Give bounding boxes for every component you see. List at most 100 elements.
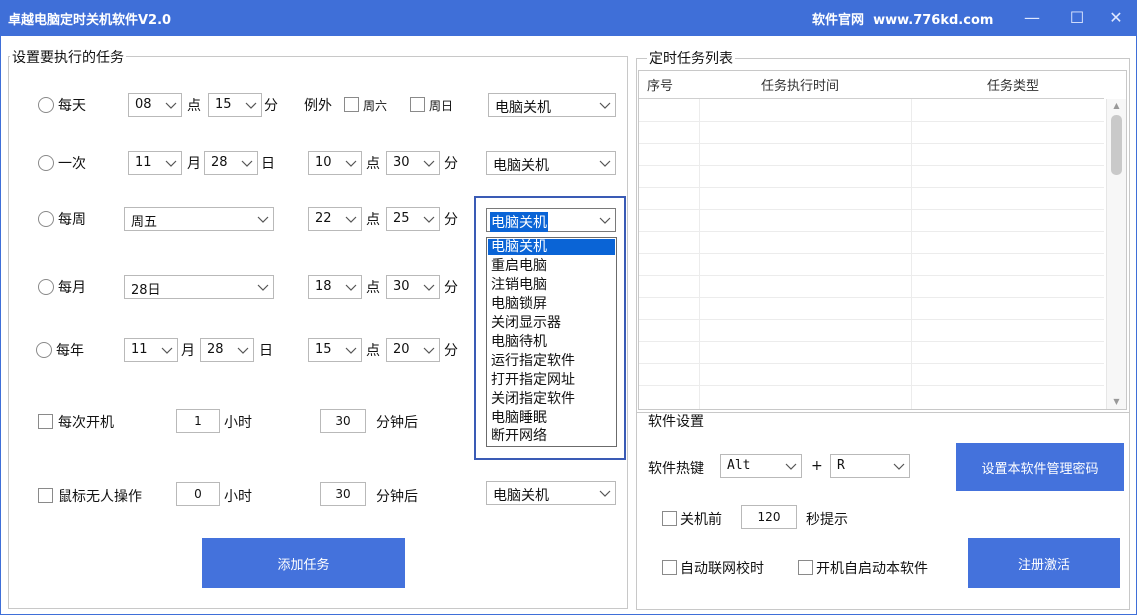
action-dropdown-list: 电脑关机 重启电脑 注销电脑 电脑锁屏 关闭显示器 电脑待机 运行指定软件 打开… <box>486 237 617 447</box>
dropdown-option-restart[interactable]: 重启电脑 <box>488 258 615 274</box>
yearly-hour-unit: 点 <box>366 343 380 359</box>
once-minute-unit: 分 <box>444 156 458 172</box>
each-boot-hours-unit: 小时 <box>224 415 252 431</box>
chevron-down-icon <box>161 342 173 358</box>
row-line <box>639 319 1104 320</box>
row-line <box>639 275 1104 276</box>
maximize-button[interactable]: ☐ <box>1063 4 1091 32</box>
row-line <box>639 121 1104 122</box>
add-task-button[interactable]: 添加任务 <box>202 538 405 588</box>
close-button[interactable]: ✕ <box>1102 4 1130 32</box>
once-month-unit: 月 <box>187 156 201 172</box>
dropdown-option-lock[interactable]: 电脑锁屏 <box>488 296 615 312</box>
dropdown-option-shutdown[interactable]: 电脑关机 <box>488 239 615 255</box>
autostart-checkbox[interactable] <box>798 560 813 575</box>
task-list-scrollbar[interactable]: ▲ ▼ <box>1106 99 1126 409</box>
weekly-hour-select[interactable]: 22 <box>308 207 362 231</box>
daily-hour-select[interactable]: 08 <box>128 93 182 117</box>
before-shutdown-checkbox[interactable] <box>662 511 677 526</box>
scroll-up-icon[interactable]: ▲ <box>1107 99 1126 113</box>
chevron-down-icon <box>599 155 611 171</box>
idle-action-select[interactable]: 电脑关机 <box>486 481 616 505</box>
daily-radio[interactable] <box>38 97 54 113</box>
chevron-down-icon <box>893 458 905 474</box>
sunday-checkbox[interactable] <box>410 97 425 112</box>
once-radio[interactable] <box>38 155 54 171</box>
scroll-down-icon[interactable]: ▼ <box>1107 395 1126 409</box>
row-line <box>639 143 1104 144</box>
row-line <box>639 253 1104 254</box>
column-header-time[interactable]: 任务执行时间 <box>761 75 839 94</box>
idle-hours-input[interactable]: 0 <box>176 482 220 506</box>
dropdown-option-close-program[interactable]: 关闭指定软件 <box>488 391 615 407</box>
yearly-month-select[interactable]: 11 <box>124 338 178 362</box>
column-header-index[interactable]: 序号 <box>647 75 673 94</box>
before-shutdown-seconds-input[interactable]: 120 <box>741 505 797 529</box>
dropdown-option-disconnect-network[interactable]: 断开网络 <box>488 428 615 444</box>
daily-action-select[interactable]: 电脑关机 <box>488 93 616 117</box>
chevron-down-icon <box>785 458 797 474</box>
app-title: 卓越电脑定时关机软件V2.0 <box>8 13 172 28</box>
yearly-label: 每年 <box>56 343 84 359</box>
hotkey-modifier-select[interactable]: Alt <box>720 454 802 478</box>
dropdown-option-run-program[interactable]: 运行指定软件 <box>488 353 615 369</box>
monthly-minute-unit: 分 <box>444 280 458 296</box>
dropdown-option-standby[interactable]: 电脑待机 <box>488 334 615 350</box>
each-boot-checkbox[interactable] <box>38 414 53 429</box>
idle-minutes-input[interactable]: 30 <box>320 482 366 506</box>
weekly-minute-select[interactable]: 25 <box>386 207 440 231</box>
weekly-radio[interactable] <box>38 211 54 227</box>
once-day-select[interactable]: 28 <box>204 151 258 175</box>
once-day-unit: 日 <box>261 156 275 172</box>
idle-hours-unit: 小时 <box>224 489 252 505</box>
dropdown-option-sleep[interactable]: 电脑睡眠 <box>488 410 615 426</box>
dropdown-option-monitor-off[interactable]: 关闭显示器 <box>488 315 615 331</box>
chevron-down-icon <box>423 211 435 227</box>
title-bar: 卓越电脑定时关机软件V2.0 软件官网 www.776kd.com — ☐ ✕ <box>0 0 1137 36</box>
except-label: 例外 <box>304 98 332 114</box>
row-line <box>639 363 1104 364</box>
daily-label: 每天 <box>58 98 86 114</box>
auto-sync-label: 自动联网校时 <box>680 561 764 577</box>
hotkey-key-select[interactable]: R <box>830 454 910 478</box>
column-header-type[interactable]: 任务类型 <box>987 75 1039 94</box>
sunday-label: 周日 <box>429 99 454 113</box>
monthly-day-select[interactable]: 28日 <box>124 275 274 299</box>
once-action-select[interactable]: 电脑关机 <box>486 151 616 175</box>
monthly-radio[interactable] <box>38 279 54 295</box>
daily-minute-unit: 分 <box>264 98 278 114</box>
each-boot-hours-input[interactable]: 1 <box>176 409 220 433</box>
yearly-radio[interactable] <box>36 342 52 358</box>
yearly-minute-select[interactable]: 20 <box>386 338 440 362</box>
auto-sync-checkbox[interactable] <box>662 560 677 575</box>
chevron-down-icon <box>423 279 435 295</box>
row-line <box>639 341 1104 342</box>
once-minute-select[interactable]: 30 <box>386 151 440 175</box>
each-boot-minutes-input[interactable]: 30 <box>320 409 366 433</box>
chevron-down-icon <box>345 279 357 295</box>
chevron-down-icon <box>423 342 435 358</box>
website-link[interactable]: 软件官网 www.776kd.com <box>812 9 993 28</box>
weekly-weekday-select[interactable]: 周五 <box>124 207 274 231</box>
row-line <box>639 231 1104 232</box>
task-list-table[interactable]: 序号 任务执行时间 任务类型 ▲ ▼ <box>638 70 1127 410</box>
chevron-down-icon <box>257 279 269 295</box>
once-hour-select[interactable]: 10 <box>308 151 362 175</box>
yearly-hour-select[interactable]: 15 <box>308 338 362 362</box>
saturday-checkbox[interactable] <box>344 97 359 112</box>
saturday-label: 周六 <box>363 99 388 113</box>
set-password-button[interactable]: 设置本软件管理密码 <box>956 443 1124 491</box>
row-line <box>639 187 1104 188</box>
scrollbar-thumb[interactable] <box>1111 115 1122 175</box>
dropdown-option-logoff[interactable]: 注销电脑 <box>488 277 615 293</box>
monthly-minute-select[interactable]: 30 <box>386 275 440 299</box>
dropdown-option-open-url[interactable]: 打开指定网址 <box>488 372 615 388</box>
minimize-button[interactable]: — <box>1018 4 1046 32</box>
daily-minute-select[interactable]: 15 <box>208 93 262 117</box>
idle-checkbox[interactable] <box>38 488 53 503</box>
header-divider <box>639 98 1104 99</box>
once-month-select[interactable]: 11 <box>128 151 182 175</box>
yearly-day-select[interactable]: 28 <box>200 338 254 362</box>
register-button[interactable]: 注册激活 <box>968 538 1120 588</box>
monthly-hour-select[interactable]: 18 <box>308 275 362 299</box>
